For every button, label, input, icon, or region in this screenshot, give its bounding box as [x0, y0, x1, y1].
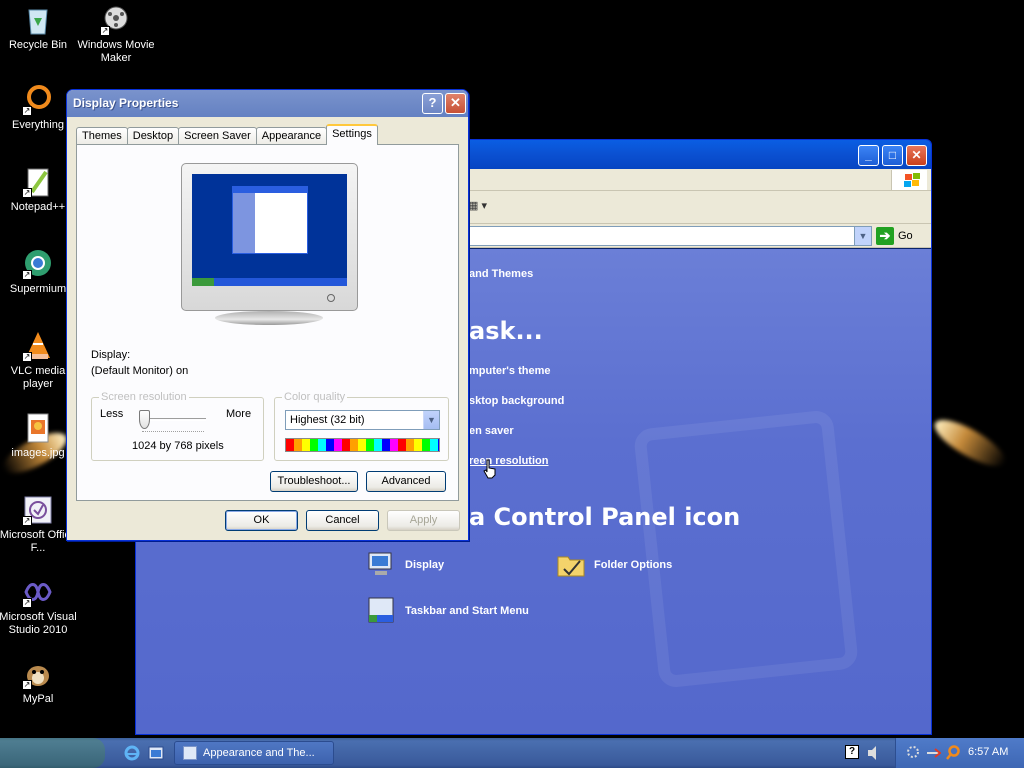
image-file-icon — [22, 412, 54, 444]
taskbar-icon — [366, 595, 396, 625]
go-arrow-icon: ➔ — [876, 227, 894, 245]
less-label: Less — [100, 408, 124, 420]
windows-logo-icon — [891, 170, 927, 190]
dialog-titlebar[interactable]: Display Properties ? ✕ — [67, 90, 468, 117]
help-tray-icon[interactable]: ? — [845, 745, 859, 759]
color-spectrum-bar — [285, 438, 440, 452]
minimize-button[interactable]: _ — [858, 145, 879, 166]
display-link[interactable]: Display — [405, 559, 444, 571]
color-quality-value: Highest (32 bit) — [290, 414, 365, 426]
desktop-icon-movie-maker[interactable]: ↗ Windows Movie Maker — [76, 4, 156, 65]
desktop-icon-label: MyPal — [22, 693, 54, 705]
taskbar-button-label: Appearance and The... — [203, 747, 315, 759]
display-icon — [366, 549, 396, 579]
folder-options-icon — [556, 549, 586, 579]
recycle-bin-icon — [22, 4, 54, 36]
settings-panel: Display: (Default Monitor) on Screen res… — [76, 144, 459, 501]
supermium-icon: ↗ — [22, 248, 54, 280]
internet-explorer-icon[interactable] — [124, 745, 140, 761]
taskbar: Appearance and The... ? 6:57 AM — [0, 738, 1024, 768]
hand-cursor-icon — [483, 459, 496, 479]
preview-window — [232, 186, 308, 254]
vlc-icon: ↗ — [22, 330, 54, 362]
movie-maker-icon: ↗ — [100, 4, 132, 36]
address-dropdown-icon[interactable]: ▼ — [854, 227, 871, 245]
preview-start-button — [192, 278, 214, 286]
dialog-title: Display Properties — [73, 96, 179, 110]
notepad-plus-plus-icon: ↗ — [22, 166, 54, 198]
screen-resolution-group: Screen resolution Less More 1024 by 768 … — [91, 391, 264, 461]
pick-task-heading: ask... — [469, 317, 543, 345]
go-label: Go — [898, 230, 913, 242]
taskbar-link[interactable]: Taskbar and Start Menu — [405, 605, 529, 617]
go-button[interactable]: ➔ Go — [876, 227, 913, 245]
slider-ticks — [142, 431, 204, 434]
tab-themes[interactable]: Themes — [76, 127, 128, 145]
search-icon[interactable] — [946, 745, 961, 760]
preview-taskbar — [192, 278, 347, 286]
tab-strip: Themes Desktop Screen Saver Appearance S… — [76, 124, 378, 145]
mypal-icon: ↗ — [22, 658, 54, 690]
desktop-icon-recycle-bin[interactable]: Recycle Bin — [0, 4, 78, 52]
help-button[interactable]: ? — [422, 93, 443, 114]
tab-desktop[interactable]: Desktop — [126, 127, 180, 145]
resolution-value: 1024 by 768 pixels — [132, 440, 224, 452]
more-label: More — [226, 408, 252, 420]
desktop-icon-visual-studio[interactable]: ↗ Microsoft Visual Studio 2010 — [0, 576, 78, 637]
pick-icon-heading: a Control Panel icon — [469, 503, 741, 531]
office-icon: ↗ — [22, 494, 54, 526]
views-icon[interactable]: ▦ ▾ — [468, 199, 490, 215]
maximize-button[interactable]: □ — [882, 145, 903, 166]
everything-icon: ↗ — [22, 84, 54, 116]
tab-settings[interactable]: Settings — [326, 124, 378, 145]
ok-button[interactable]: OK — [225, 510, 298, 531]
monitor-screen — [192, 174, 347, 286]
system-tray: 6:57 AM — [895, 738, 1024, 768]
start-button[interactable] — [0, 738, 105, 768]
screen-resolution-title: Screen resolution — [99, 391, 189, 403]
volume-icon[interactable] — [866, 744, 878, 762]
dialog-close-button[interactable]: ✕ — [445, 93, 466, 114]
color-quality-group: Color quality Highest (32 bit) ▼ — [274, 391, 449, 461]
monitor-body — [181, 163, 358, 311]
task-link-resolution[interactable]: reen resolution — [469, 455, 548, 467]
tab-screen-saver[interactable]: Screen Saver — [178, 127, 257, 145]
visual-studio-icon: ↗ — [22, 576, 54, 608]
tab-appearance[interactable]: Appearance — [255, 127, 328, 145]
resolution-slider-thumb[interactable] — [139, 410, 150, 429]
category-title: and Themes — [469, 268, 534, 280]
desktop-icon-mypal[interactable]: ↗ MyPal — [0, 658, 78, 706]
task-link-background[interactable]: sktop background — [469, 395, 564, 407]
task-link-theme[interactable]: mputer's theme — [469, 365, 550, 377]
monitor-stand — [215, 311, 323, 325]
cancel-button[interactable]: Cancel — [306, 510, 379, 531]
control-panel-icon — [183, 746, 197, 760]
desktop-icon-label: Microsoft Visual Studio 2010 — [0, 611, 77, 636]
display-value: (Default Monitor) on — [91, 365, 189, 377]
display-label: Display: — [91, 349, 131, 361]
power-button-icon — [327, 294, 335, 302]
close-button[interactable]: ✕ — [906, 145, 927, 166]
wallpaper-streak-right — [928, 411, 1012, 475]
clock[interactable]: 6:57 AM — [968, 746, 1008, 758]
display-properties-dialog[interactable]: Display Properties ? ✕ Themes Desktop Sc… — [66, 89, 469, 541]
category-watermark — [632, 409, 860, 689]
desktop-icon-label: Windows Movie Maker — [77, 39, 155, 64]
color-quality-select[interactable]: Highest (32 bit) ▼ — [285, 410, 440, 430]
troubleshoot-button[interactable]: Troubleshoot... — [270, 471, 358, 492]
show-desktop-icon[interactable] — [148, 745, 164, 761]
taskbar-button-control-panel[interactable]: Appearance and The... — [174, 741, 334, 765]
desktop-icon-label: Recycle Bin — [8, 39, 68, 51]
folder-options-link[interactable]: Folder Options — [594, 559, 672, 571]
color-quality-title: Color quality — [282, 391, 348, 403]
network-icon[interactable] — [906, 745, 921, 760]
advanced-button[interactable]: Advanced — [366, 471, 446, 492]
monitor-preview — [181, 163, 358, 325]
chevron-down-icon[interactable]: ▼ — [423, 411, 439, 429]
apply-button[interactable]: Apply — [387, 510, 460, 531]
connection-icon[interactable] — [926, 745, 941, 760]
task-link-screen-saver[interactable]: en saver — [469, 425, 514, 437]
